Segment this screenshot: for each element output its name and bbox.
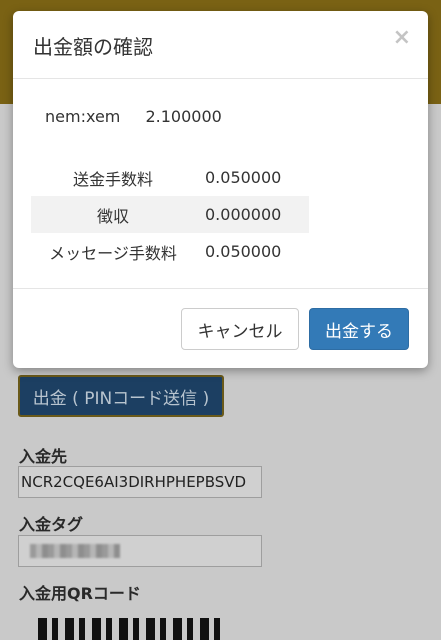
fee-value: 0.050000 [205, 242, 282, 261]
qr-code-image [38, 618, 220, 640]
deposit-to-label: 入金先 [19, 447, 68, 466]
fee-row: メッセージ手数料 0.050000 [31, 233, 309, 270]
close-icon[interactable]: × [393, 25, 411, 50]
amount-row: nem:xem 2.100000 [45, 107, 222, 126]
fee-table: 送金手数料 0.050000 徴収 0.000000 メッセージ手数料 0.05… [31, 159, 309, 270]
fee-value: 0.050000 [205, 168, 282, 187]
fee-row: 徴収 0.000000 [31, 196, 309, 233]
currency-label: nem:xem [45, 107, 121, 126]
confirm-withdraw-dialog: 出金額の確認 × nem:xem 2.100000 送金手数料 0.050000… [13, 11, 428, 368]
fee-label: メッセージ手数料 [49, 243, 177, 263]
withdraw-pin-button[interactable]: 出金 ( PINコード送信 ) [18, 375, 224, 417]
fee-label: 徴収 [31, 196, 195, 233]
qr-code-label: 入金用QRコード [19, 584, 141, 603]
dialog-header: 出金額の確認 × [13, 11, 428, 79]
redacted-tag-value [30, 544, 120, 558]
cancel-button[interactable]: キャンセル [181, 308, 299, 350]
amount-value: 2.100000 [145, 107, 222, 126]
confirm-withdraw-button[interactable]: 出金する [309, 308, 409, 350]
dialog-title: 出金額の確認 [33, 35, 153, 59]
deposit-tag-label: 入金タグ [19, 515, 84, 534]
fee-label: 送金手数料 [72, 169, 153, 189]
fee-value: 0.000000 [195, 196, 309, 233]
dialog-footer: キャンセル 出金する [13, 288, 428, 368]
deposit-to-field[interactable]: NCR2CQE6AI3DIRHPHEPBSVD [18, 466, 262, 498]
fee-row: 送金手数料 0.050000 [31, 159, 309, 196]
